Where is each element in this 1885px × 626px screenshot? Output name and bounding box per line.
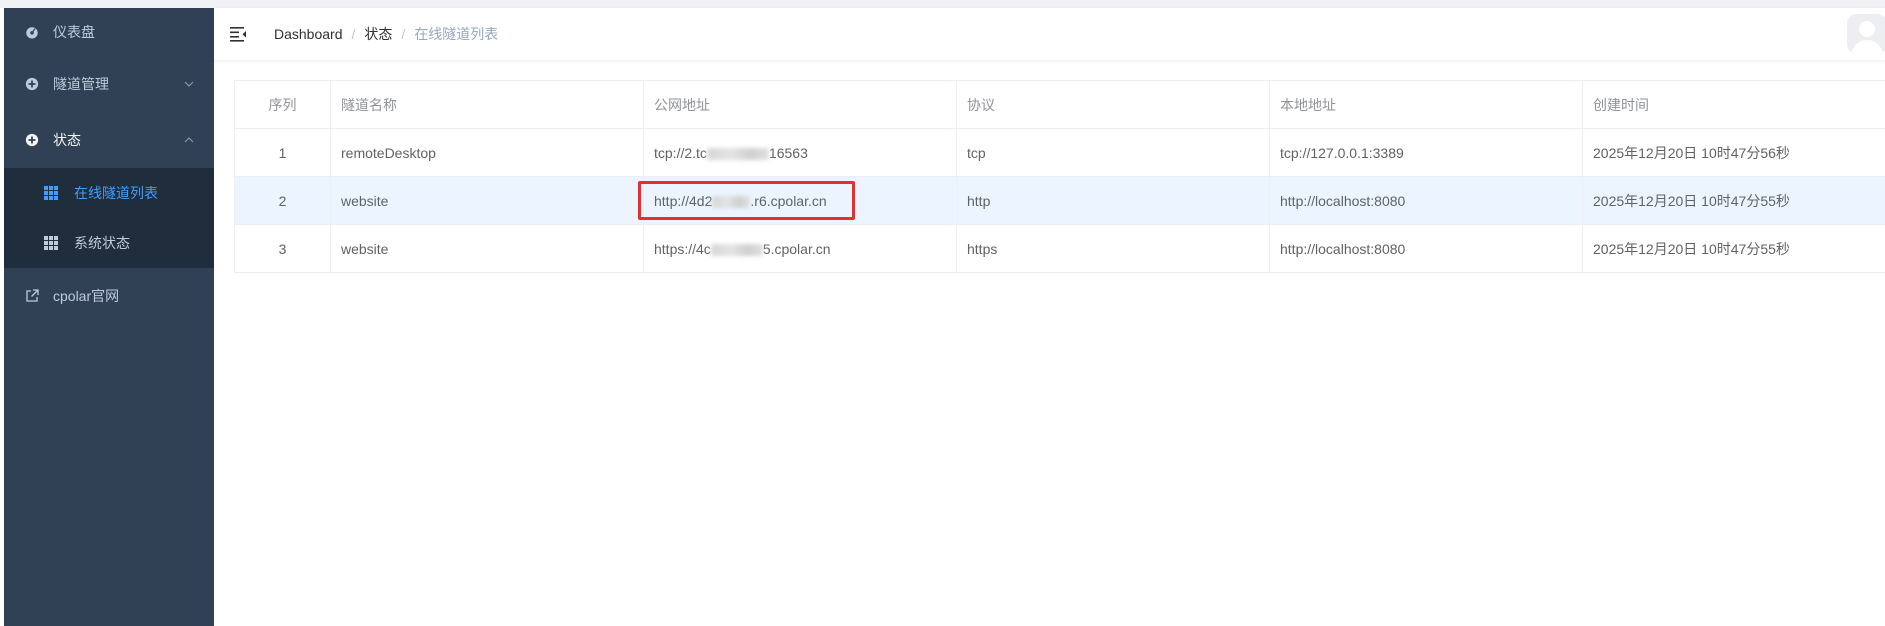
url-suffix: .r6.cpolar.cn bbox=[750, 192, 827, 209]
breadcrumb: Dashboard / 状态 / 在线隧道列表 bbox=[274, 24, 498, 44]
redacted-blur bbox=[706, 147, 769, 160]
sidebar-item-system-status[interactable]: 系统状态 bbox=[4, 218, 214, 268]
redacted-blur bbox=[712, 195, 751, 208]
breadcrumb-separator: / bbox=[351, 26, 356, 42]
cell-local-address: tcp://127.0.0.1:3389 bbox=[1269, 128, 1583, 177]
url-prefix: tcp://2.tc bbox=[654, 144, 707, 161]
sidebar-item-online-tunnels[interactable]: 在线隧道列表 bbox=[4, 168, 214, 218]
chevron-up-icon bbox=[184, 137, 194, 143]
table-grid-icon bbox=[44, 186, 58, 200]
cell-created-time: 2025年12月20日 10时47分56秒 bbox=[1582, 128, 1885, 177]
cell-name: website bbox=[330, 224, 644, 273]
url-prefix: https://4c bbox=[654, 240, 711, 257]
cell-local-address: http://localhost:8080 bbox=[1269, 224, 1583, 273]
cell-public-url[interactable]: https://4c 5.cpolar.cn bbox=[643, 224, 957, 273]
status-submenu: 在线隧道列表 系统状态 bbox=[4, 168, 214, 268]
column-header-created-time[interactable]: 创建时间 bbox=[1582, 80, 1885, 129]
cell-protocol: http bbox=[956, 176, 1270, 225]
main-content: 序列 隧道名称 公网地址 协议 本地地址 创建时间 1 remoteDeskto… bbox=[234, 80, 1885, 273]
url-suffix: 5.cpolar.cn bbox=[762, 240, 831, 257]
redacted-blur bbox=[710, 243, 763, 256]
cell-protocol: tcp bbox=[956, 128, 1270, 177]
cell-public-url[interactable]: tcp://2.tc 16563 bbox=[643, 128, 957, 177]
breadcrumb-home[interactable]: Dashboard bbox=[274, 26, 343, 42]
plus-circle-icon bbox=[24, 132, 40, 148]
sidebar-item-cpolar-website[interactable]: cpolar官网 bbox=[4, 268, 214, 324]
cell-created-time: 2025年12月20日 10时47分55秒 bbox=[1582, 224, 1885, 273]
breadcrumb-status[interactable]: 状态 bbox=[364, 24, 392, 44]
column-header-name[interactable]: 隧道名称 bbox=[330, 80, 644, 129]
column-header-protocol[interactable]: 协议 bbox=[956, 80, 1270, 129]
cell-public-url[interactable]: http://4d2 .r6.cpolar.cn bbox=[643, 176, 957, 225]
cell-name: website bbox=[330, 176, 644, 225]
sidebar-item-label: 隧道管理 bbox=[53, 76, 109, 92]
cell-index: 1 bbox=[234, 128, 331, 177]
table-grid-icon bbox=[44, 236, 58, 250]
avatar[interactable] bbox=[1847, 14, 1885, 54]
cell-index: 3 bbox=[234, 224, 331, 273]
chevron-down-icon bbox=[184, 81, 194, 87]
sidebar-item-tunnel-management[interactable]: 隧道管理 bbox=[4, 56, 214, 112]
table-row[interactable]: 1 remoteDesktop tcp://2.tc 16563 tcp tcp:… bbox=[234, 128, 1885, 177]
user-avatar-icon bbox=[1851, 21, 1883, 54]
sidebar: 仪表盘 隧道管理 状态 在线隧道列表 系统状态 cpolar官网 bbox=[4, 8, 214, 626]
column-header-index[interactable]: 序列 bbox=[234, 80, 331, 129]
url-suffix: 16563 bbox=[768, 144, 808, 161]
column-header-local-address[interactable]: 本地地址 bbox=[1269, 80, 1583, 129]
cell-created-time: 2025年12月20日 10时47分55秒 bbox=[1582, 176, 1885, 225]
speedometer-icon bbox=[24, 24, 40, 40]
url-prefix: http://4d2 bbox=[654, 192, 713, 209]
cell-protocol: https bbox=[956, 224, 1270, 273]
sidebar-item-dashboard[interactable]: 仪表盘 bbox=[4, 8, 214, 56]
cell-name: remoteDesktop bbox=[330, 128, 644, 177]
breadcrumb-separator: / bbox=[401, 26, 406, 42]
table-header-row: 序列 隧道名称 公网地址 协议 本地地址 创建时间 bbox=[234, 80, 1885, 129]
breadcrumb-current: 在线隧道列表 bbox=[414, 26, 499, 42]
external-link-icon bbox=[24, 288, 40, 304]
sidebar-item-status[interactable]: 状态 bbox=[4, 112, 214, 168]
cell-local-address: http://localhost:8080 bbox=[1269, 176, 1583, 225]
hamburger-toggle-icon[interactable] bbox=[230, 24, 250, 44]
sidebar-item-label: 系统状态 bbox=[74, 235, 130, 251]
top-strip bbox=[0, 0, 1885, 8]
table-row[interactable]: 3 website https://4c 5.cpolar.cn https ht… bbox=[234, 224, 1885, 273]
navbar: Dashboard / 状态 / 在线隧道列表 bbox=[214, 8, 1885, 60]
sidebar-item-label: 状态 bbox=[53, 132, 81, 148]
sidebar-item-label: cpolar官网 bbox=[53, 288, 120, 304]
cell-index: 2 bbox=[234, 176, 331, 225]
tunnel-table: 序列 隧道名称 公网地址 协议 本地地址 创建时间 1 remoteDeskto… bbox=[234, 80, 1885, 273]
column-header-public-url[interactable]: 公网地址 bbox=[643, 80, 957, 129]
table-row[interactable]: 2 website http://4d2 .r6.cpolar.cn http h… bbox=[234, 176, 1885, 225]
plus-circle-icon bbox=[24, 76, 40, 92]
sidebar-item-label: 在线隧道列表 bbox=[74, 185, 158, 201]
sidebar-item-label: 仪表盘 bbox=[53, 24, 95, 40]
